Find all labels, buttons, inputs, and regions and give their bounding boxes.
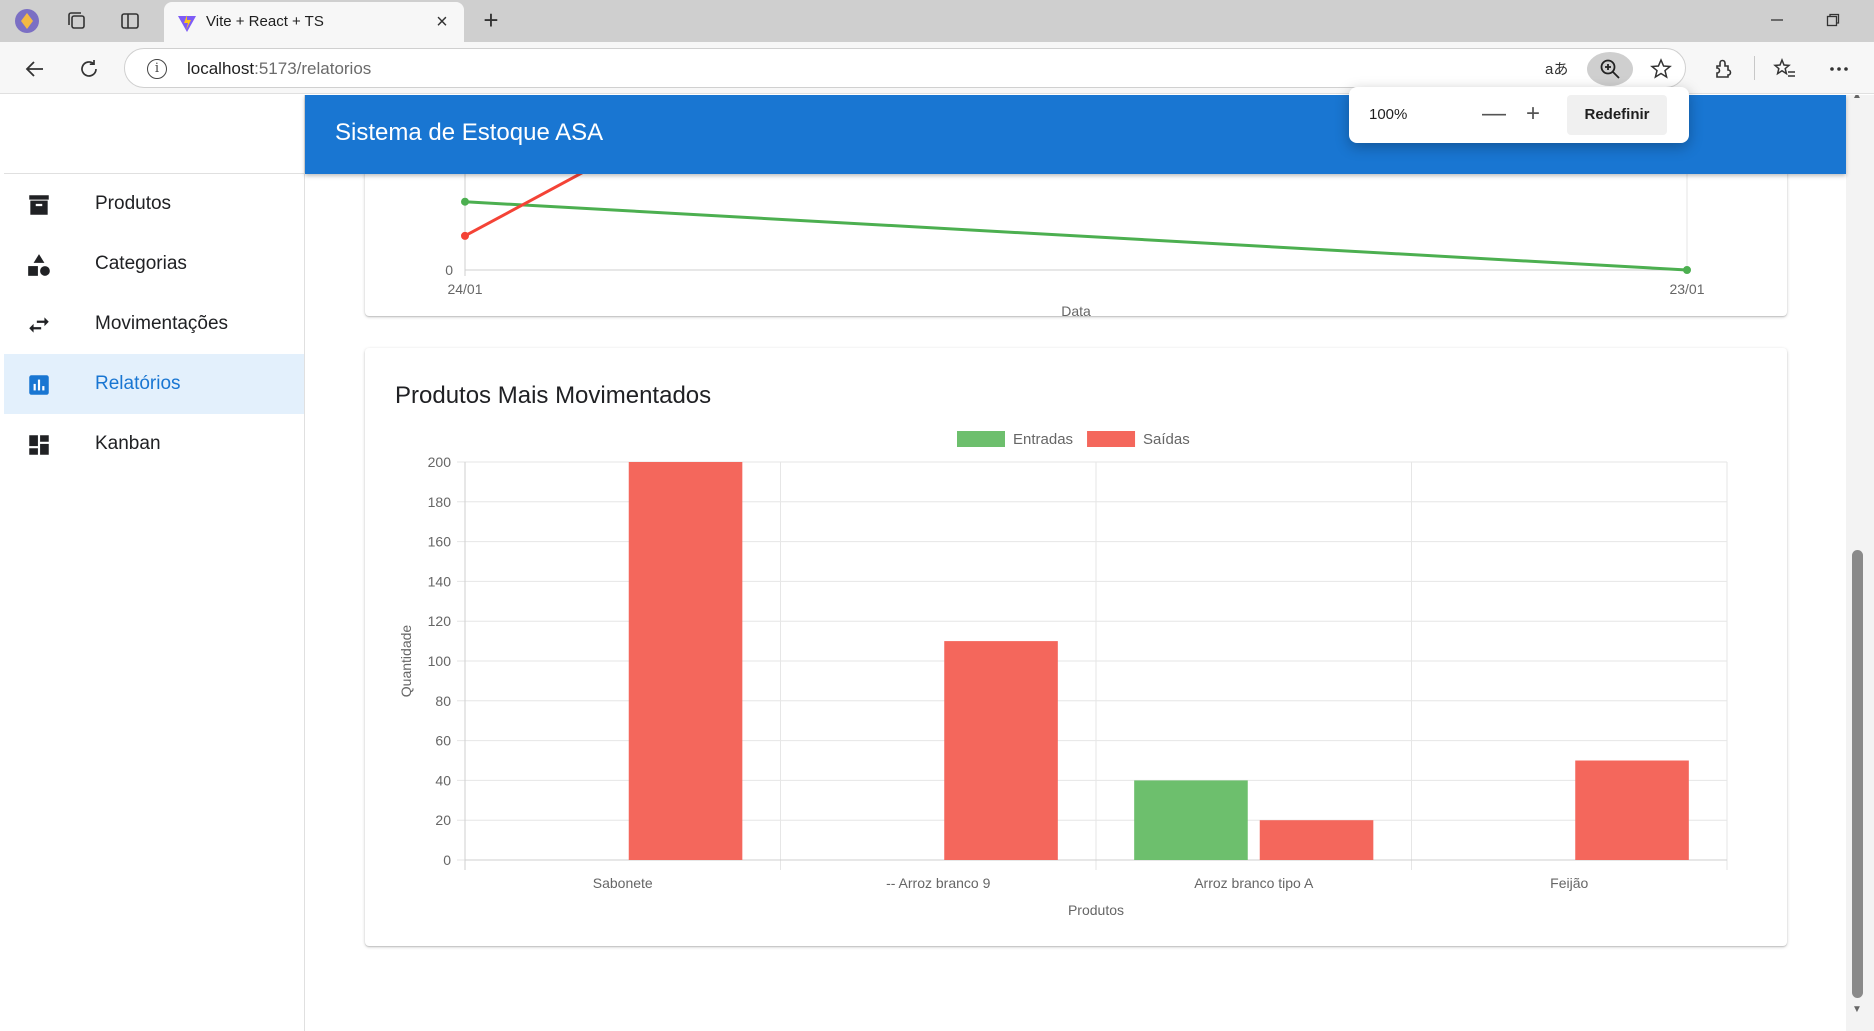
- bar-chart: 0 20 40 60 80 100 120 140 160 180 200 Sabonete -- Ar…: [398, 431, 1728, 918]
- minimize-icon[interactable]: [1764, 8, 1790, 34]
- x-tick-label: Arroz branco tipo A: [1194, 875, 1314, 891]
- category-shapes-icon: [26, 252, 52, 278]
- restore-icon[interactable]: [1820, 8, 1846, 34]
- tab-actions-icon[interactable]: [117, 8, 143, 34]
- close-tab-icon[interactable]: ×: [430, 10, 454, 34]
- dashboard-icon: [26, 432, 52, 458]
- back-icon[interactable]: [20, 54, 50, 84]
- bar-entradas: [1134, 780, 1248, 860]
- x-tick-label: Feijão: [1550, 875, 1588, 891]
- main-content: 0 24/01 23/01 Data Produtos Mais Movimentad…: [305, 174, 1846, 1031]
- y-tick-label: 200: [428, 454, 452, 470]
- active-tab[interactable]: Vite + React + TS ×: [164, 2, 464, 42]
- legend-label: Saídas: [1143, 431, 1190, 448]
- tab-title: Vite + React + TS: [206, 13, 324, 30]
- sidebar-item-relatorios[interactable]: Relatórios: [4, 354, 304, 414]
- series-line: [464, 200, 1688, 272]
- zoom-icon[interactable]: [1587, 52, 1633, 86]
- zoom-level: 100%: [1369, 106, 1408, 123]
- favorite-star-icon[interactable]: [1647, 55, 1675, 83]
- x-tick-label: 24/01: [447, 281, 482, 297]
- sidebar-item-produtos[interactable]: Produtos: [4, 174, 304, 234]
- sidebar-toolbar-spacer: [4, 95, 304, 174]
- swap-arrows-icon: [26, 312, 52, 338]
- vite-favicon: [176, 12, 198, 34]
- zoom-out-button[interactable]: —: [1477, 98, 1511, 132]
- legend-label: Entradas: [1013, 431, 1073, 448]
- bar-saídas: [1575, 760, 1689, 860]
- zoom-reset-button[interactable]: Redefinir: [1567, 95, 1667, 135]
- sidebar-item-label: Kanban: [95, 433, 161, 454]
- sidebar: Produtos Categorias Movimentações Relató…: [4, 95, 305, 1031]
- more-icon[interactable]: [1824, 54, 1854, 84]
- info-icon[interactable]: i: [147, 59, 167, 79]
- y-tick-label: 60: [435, 733, 451, 749]
- y-tick-label: 120: [428, 613, 452, 629]
- sidebar-item-label: Relatórios: [95, 373, 181, 394]
- page-viewport: Produtos Categorias Movimentações Relató…: [0, 95, 1874, 1031]
- x-axis-title: Data: [1061, 303, 1091, 316]
- read-aloud-icon[interactable]: aあ: [1543, 55, 1571, 83]
- y-tick-label: 80: [435, 693, 451, 709]
- x-axis-title: Produtos: [1068, 902, 1124, 918]
- sidebar-item-kanban[interactable]: Kanban: [4, 414, 304, 474]
- browser-tab-bar: Vite + React + TS × +: [0, 0, 1874, 42]
- y-tick-label: 100: [428, 653, 452, 669]
- x-tick-label: -- Arroz branco 9: [886, 875, 990, 891]
- svg-text:aあ: aあ: [1545, 61, 1568, 78]
- url-text: localhost:5173/relatorios: [187, 59, 372, 78]
- app-title: Sistema de Estoque ASA: [335, 119, 604, 146]
- data-point: [461, 197, 469, 206]
- favorites-icon[interactable]: [1770, 54, 1800, 84]
- bar-chart-icon: [26, 372, 52, 398]
- y-tick-label: 0: [443, 852, 451, 868]
- profile-icon[interactable]: [14, 8, 40, 34]
- top-products-chart-card: Produtos Mais Movimentados 0 20 40 60 80 100 1…: [365, 348, 1787, 946]
- legend-swatch: [957, 431, 1005, 447]
- sidebar-item-label: Categorias: [95, 253, 187, 274]
- zoom-in-button[interactable]: +: [1516, 98, 1550, 132]
- data-point: [1683, 266, 1691, 274]
- sidebar-item-movimentacoes[interactable]: Movimentações: [4, 294, 304, 354]
- y-tick-label: 20: [435, 812, 451, 828]
- data-point: [461, 231, 469, 240]
- bar-saídas: [944, 641, 1058, 860]
- x-tick-label: 23/01: [1669, 281, 1704, 297]
- movements-line-chart-card: 0 24/01 23/01 Data: [365, 174, 1787, 319]
- sidebar-item-label: Produtos: [95, 193, 172, 214]
- extensions-icon[interactable]: [1708, 54, 1738, 84]
- y-tick-label: 40: [435, 772, 451, 788]
- legend-swatch: [1087, 431, 1136, 447]
- x-tick-label: Sabonete: [593, 875, 653, 891]
- bar-saídas: [628, 462, 743, 860]
- y-axis-title: Quantidade: [398, 625, 414, 698]
- y-tick-label: 160: [428, 534, 452, 550]
- refresh-icon[interactable]: [74, 54, 104, 84]
- zoom-popup: 100% — + Redefinir: [1349, 87, 1689, 143]
- toolbar-separator: [1754, 56, 1755, 80]
- bar-saídas: [1259, 820, 1374, 860]
- y-tick-label: 180: [428, 494, 452, 510]
- sidebar-item-label: Movimentações: [95, 313, 229, 334]
- workspaces-icon[interactable]: [64, 8, 90, 34]
- address-bar[interactable]: i localhost:5173/relatorios aあ: [124, 48, 1686, 88]
- new-tab-button[interactable]: +: [478, 7, 504, 34]
- scroll-down-arrow[interactable]: ▼: [1850, 1004, 1864, 1016]
- scroll-up-arrow[interactable]: ▲: [1850, 95, 1864, 102]
- sidebar-item-categorias[interactable]: Categorias: [4, 234, 304, 294]
- y-tick-label: 0: [445, 262, 453, 278]
- y-tick-label: 140: [428, 573, 452, 589]
- archive-icon: [26, 192, 52, 218]
- line-chart: 0 24/01 23/01 Data: [445, 174, 1705, 319]
- scrollbar-thumb[interactable]: [1852, 550, 1863, 998]
